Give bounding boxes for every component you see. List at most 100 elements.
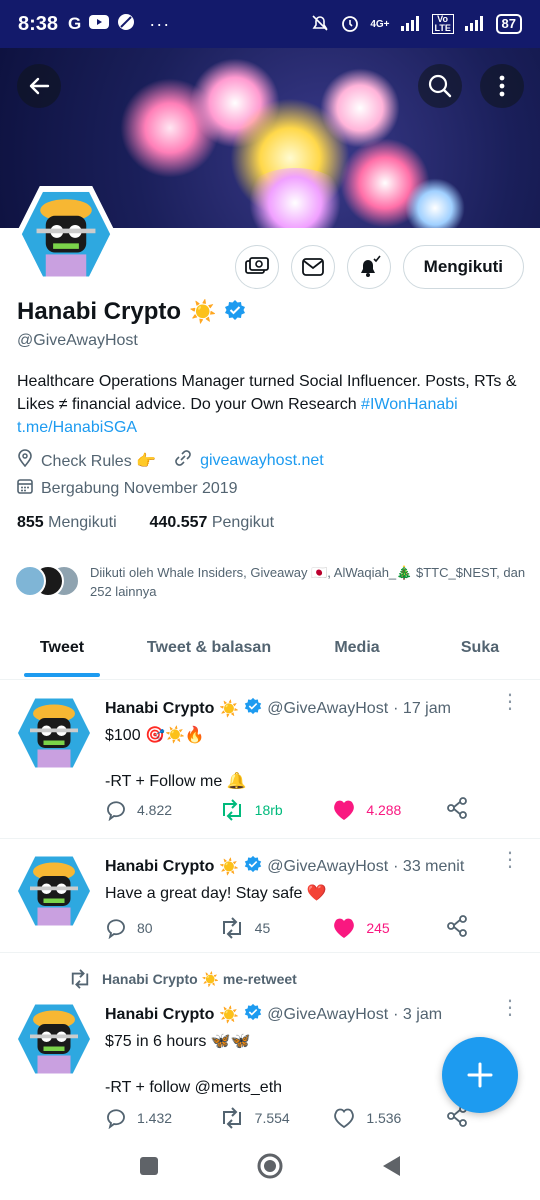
reply-count: 4.822 (137, 801, 173, 818)
bio-hashtag-link[interactable]: #IWonHanabi (361, 396, 458, 413)
firework (320, 68, 400, 148)
retweet-count: 18rb (254, 801, 283, 818)
notifications-bell-button[interactable] (346, 245, 391, 289)
reply-icon (107, 800, 125, 821)
sun-emoji: ☀️ (219, 858, 240, 876)
retweet-count: 7.554 (254, 1109, 290, 1126)
like-button[interactable]: 245 (332, 917, 432, 939)
location-icon (17, 449, 33, 472)
retweet-button[interactable]: 7.554 (219, 1106, 319, 1129)
tweet-author-name[interactable]: Hanabi Crypto (105, 858, 214, 876)
verified-badge-icon (244, 855, 262, 878)
following-label: Mengikuti (48, 514, 117, 531)
tweet-author-handle: @GiveAwayHost (267, 699, 389, 717)
tweet-author-handle: @GiveAwayHost (267, 1005, 389, 1023)
search-button[interactable] (418, 64, 462, 108)
message-button[interactable] (290, 245, 335, 289)
retweet-icon (71, 969, 89, 989)
tab-likes[interactable]: Suka (420, 622, 540, 679)
reply-button[interactable]: 80 (105, 917, 205, 939)
plus-icon (467, 1062, 493, 1088)
youtube-icon (89, 15, 110, 33)
followers-count-link[interactable]: 440.557 Pengikut (150, 514, 275, 531)
tip-button[interactable] (234, 245, 279, 289)
calendar-icon (17, 478, 33, 499)
following-button[interactable]: Mengikuti (402, 245, 524, 289)
tweet-author-name[interactable]: Hanabi Crypto (105, 1006, 214, 1024)
like-count: 4.288 (366, 801, 402, 818)
heart-filled-icon (334, 800, 355, 820)
network-label: 4G+ (370, 18, 390, 30)
tweet-more-icon[interactable]: ⋮ (500, 998, 520, 1018)
tweet-timestamp: · 33 menit (393, 857, 465, 875)
tweet-avatar[interactable] (16, 697, 92, 769)
status-time: 8:38 (18, 12, 59, 35)
home-button[interactable] (256, 1152, 284, 1185)
reply-button[interactable]: 4.822 (105, 799, 205, 821)
verified-badge-icon (224, 299, 246, 326)
bio-telegram-link[interactable]: t.me/HanabiSGA (17, 419, 137, 436)
retweet-icon (222, 1106, 241, 1129)
more-notifications-icon: ··· (149, 13, 171, 34)
battery-indicator: 87 (495, 14, 522, 34)
following-count-link[interactable]: 855 Mengikuti (17, 514, 117, 531)
reply-count: 1.432 (137, 1109, 173, 1126)
profile-name: Hanabi Crypto (17, 298, 182, 325)
volte-label: Vo LTE (431, 14, 454, 34)
signal-icon-2 (464, 15, 486, 34)
retweet-count: 45 (254, 919, 271, 936)
tab-tweets-replies[interactable]: Tweet & balasan (124, 622, 294, 679)
share-icon (447, 797, 467, 819)
tweet-timestamp: · 17 jam (393, 699, 451, 717)
like-count: 245 (366, 919, 390, 936)
tab-tweets[interactable]: Tweet (0, 622, 124, 679)
status-bar: 8:38 G ··· 4G+ Vo LTE 87 (0, 0, 540, 48)
signal-icon (400, 15, 422, 34)
tweet-more-icon[interactable]: ⋮ (500, 850, 520, 870)
tweet-timestamp: · 3 jam (393, 1005, 443, 1023)
retweet-button[interactable]: 45 (219, 916, 319, 939)
tweet[interactable]: Hanabi Crypto ☀️ @GiveAwayHost · 33 meni… (0, 839, 540, 953)
sun-emoji: ☀️ (219, 700, 240, 718)
sun-emoji: ☀️ (189, 299, 217, 324)
tweet[interactable]: Hanabi Crypto ☀️ @GiveAwayHost · 17 jam … (0, 681, 540, 839)
verified-badge-icon (244, 697, 262, 720)
tweet-avatar[interactable] (16, 855, 92, 927)
share-button[interactable] (446, 797, 468, 822)
website-link[interactable]: giveawayhost.net (200, 452, 324, 470)
followed-by-text: Diikuti oleh Whale Insiders, Giveaway 🇯🇵… (90, 565, 526, 599)
profile-tabs: Tweet Tweet & balasan Media Suka (0, 622, 540, 680)
heart-filled-icon (334, 918, 355, 938)
compose-tweet-button[interactable] (442, 1037, 518, 1113)
mute-icon (310, 13, 330, 36)
like-button[interactable]: 4.288 (332, 799, 432, 821)
tweet-text: Have a great day! Stay safe ❤️ (105, 885, 327, 902)
join-date: Bergabung November 2019 (41, 479, 238, 497)
tweet-avatar[interactable] (16, 1003, 92, 1075)
location-text: Check Rules 👉 (41, 452, 157, 470)
tab-media[interactable]: Media (294, 622, 420, 679)
share-button[interactable] (446, 915, 468, 940)
tweet-text: $100 🎯☀️🔥 -RT + Follow me 🔔 (105, 727, 247, 790)
recents-button[interactable] (138, 1155, 160, 1182)
retweet-button[interactable]: 18rb (219, 798, 319, 821)
followers-label: Pengikut (211, 514, 275, 531)
sun-emoji: ☀️ (219, 1006, 240, 1024)
heart-outline-icon (334, 1108, 355, 1128)
back-nav-button[interactable] (380, 1154, 402, 1183)
followed-by-row[interactable]: Diikuti oleh Whale Insiders, Giveaway 🇯🇵… (14, 563, 530, 601)
more-options-button[interactable] (480, 64, 524, 108)
reply-count: 80 (137, 919, 153, 936)
retweeted-by-label[interactable]: Hanabi Crypto ☀️ me-retweet (102, 971, 297, 988)
like-button[interactable]: 1.536 (332, 1107, 432, 1129)
profile-bio: Healthcare Operations Manager turned Soc… (17, 370, 525, 439)
tweet-author-name[interactable]: Hanabi Crypto (105, 700, 214, 718)
back-button[interactable] (17, 64, 61, 108)
share-icon (447, 915, 467, 937)
profile-avatar[interactable] (16, 186, 116, 282)
like-count: 1.536 (366, 1109, 402, 1126)
retweet-icon (222, 798, 241, 821)
reply-button[interactable]: 1.432 (105, 1107, 205, 1129)
tweet-more-icon[interactable]: ⋮ (500, 692, 520, 712)
follower-avatar (14, 565, 46, 597)
